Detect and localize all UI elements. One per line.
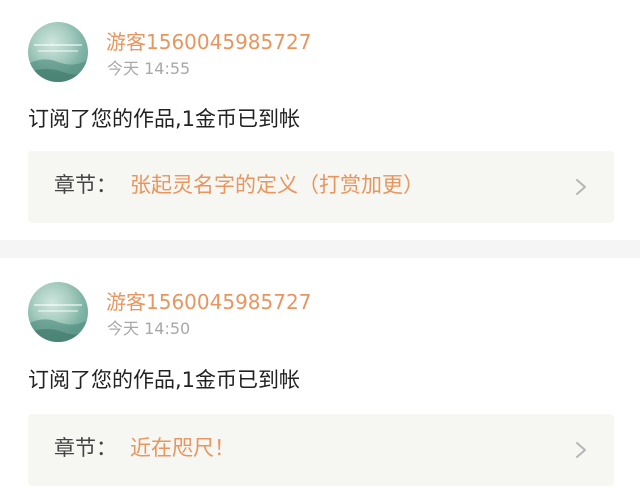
chapter-prefix: 章节： xyxy=(54,173,117,197)
notification-message: 订阅了您的作品,1金币已到帐 xyxy=(28,368,301,392)
timestamp: 今天 14:55 xyxy=(107,59,191,78)
chapter-link[interactable]: 章节： 张起灵名字的定义（打赏加更） xyxy=(28,151,614,223)
timestamp: 今天 14:50 xyxy=(107,319,191,338)
card-divider xyxy=(0,240,640,258)
avatar[interactable] xyxy=(28,282,88,342)
notification-card: 游客1560045985727 今天 14:50 订阅了您的作品,1金币已到帐 … xyxy=(0,258,640,495)
chevron-right-icon xyxy=(576,442,586,458)
username[interactable]: 游客1560045985727 xyxy=(106,292,311,312)
chevron-right-icon xyxy=(576,179,586,195)
chapter-prefix: 章节： xyxy=(54,436,117,460)
notification-message: 订阅了您的作品,1金币已到帐 xyxy=(28,107,301,131)
notification-card: 游客1560045985727 今天 14:55 订阅了您的作品,1金币已到帐 … xyxy=(0,0,640,240)
avatar-image xyxy=(28,304,88,342)
username[interactable]: 游客1560045985727 xyxy=(106,32,311,52)
chapter-title: 张起灵名字的定义（打赏加更） xyxy=(130,173,424,197)
avatar[interactable] xyxy=(28,22,88,82)
chapter-title: 近在咫尺！ xyxy=(130,436,235,460)
chapter-link[interactable]: 章节： 近在咫尺！ xyxy=(28,414,614,486)
avatar-image xyxy=(28,44,88,82)
notification-feed: 游客1560045985727 今天 14:55 订阅了您的作品,1金币已到帐 … xyxy=(0,0,640,495)
